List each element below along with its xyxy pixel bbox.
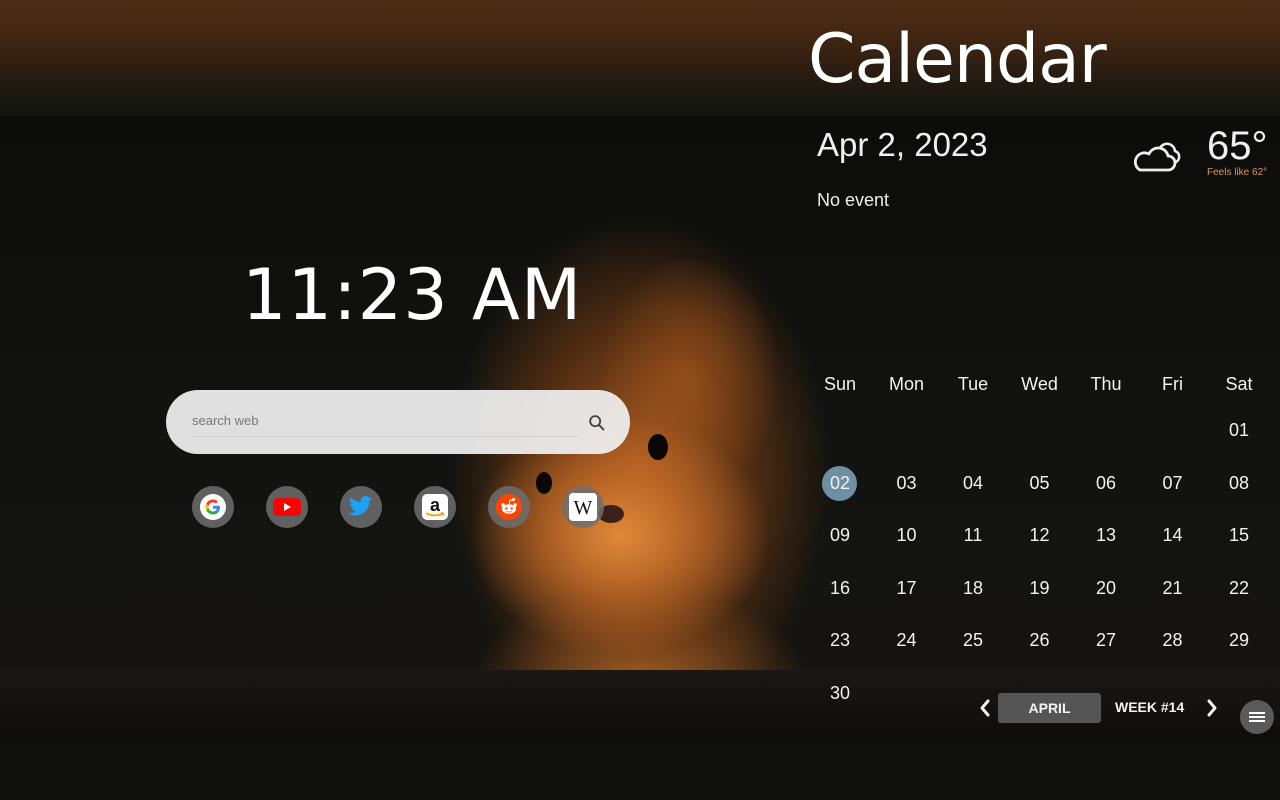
shortcut-amazon[interactable]: a — [414, 486, 456, 528]
calendar-day-today[interactable]: 02 — [807, 465, 873, 501]
calendar-day[interactable]: 19 — [1007, 571, 1073, 605]
clock-time: 11:23 AM — [242, 254, 583, 336]
svg-text:W: W — [574, 497, 593, 519]
twitter-icon — [348, 496, 373, 516]
squirrel-eye — [648, 434, 668, 460]
shortcut-google[interactable] — [192, 486, 234, 528]
calendar-day[interactable]: 22 — [1206, 571, 1272, 605]
calendar-day[interactable]: 20 — [1073, 571, 1139, 605]
calendar-day[interactable]: 08 — [1206, 466, 1272, 500]
calendar-day[interactable]: 04 — [940, 466, 1006, 500]
calendar-day[interactable]: 25 — [940, 623, 1006, 657]
bottom-strip — [0, 740, 1280, 800]
calendar-day[interactable]: 30 — [807, 676, 873, 710]
shortcut-bar: a W — [192, 486, 612, 530]
calendar-day[interactable]: 27 — [1073, 623, 1139, 657]
google-icon — [200, 494, 226, 520]
amazon-icon: a — [422, 494, 448, 520]
calendar-day[interactable]: 07 — [1140, 466, 1206, 500]
calendar-day[interactable]: 11 — [940, 518, 1006, 552]
shortcut-wikipedia[interactable]: W — [562, 486, 604, 528]
calendar-day[interactable]: 09 — [807, 518, 873, 552]
calendar-day[interactable]: 24 — [874, 623, 940, 657]
weekday-label: Mon — [888, 374, 924, 394]
event-status: No event — [817, 190, 890, 210]
calendar-day[interactable]: 21 — [1140, 571, 1206, 605]
calendar-day[interactable]: 23 — [807, 623, 873, 657]
selected-date: Apr 2, 2023 — [817, 126, 988, 163]
reddit-icon — [496, 494, 522, 520]
calendar-days-grid: 01 02 03 04 05 06 07 08 09 10 11 12 13 14 15 16 17 18 19 20… — [807, 413, 1273, 713]
weekday-header: Sun Mon Tue Wed Thu Fri Sat — [807, 374, 1271, 398]
calendar-day[interactable]: 03 — [874, 466, 940, 500]
weather-widget — [1130, 138, 1182, 174]
cloudy-icon — [1133, 142, 1181, 172]
calendar-day[interactable]: 05 — [1007, 466, 1073, 500]
svg-text:a: a — [430, 495, 441, 515]
search-input[interactable] — [190, 404, 578, 437]
calendar-day[interactable]: 26 — [1007, 623, 1073, 657]
calendar-day[interactable]: 12 — [1007, 518, 1073, 552]
youtube-icon — [273, 498, 301, 516]
shortcut-youtube[interactable] — [266, 486, 308, 528]
shortcut-twitter[interactable] — [340, 486, 382, 528]
calendar-day[interactable]: 18 — [940, 571, 1006, 605]
search-button[interactable] — [586, 412, 608, 434]
weekday-label: Sat — [1225, 374, 1253, 394]
calendar-day[interactable]: 17 — [874, 571, 940, 605]
wikipedia-icon: W — [569, 493, 597, 521]
calendar-day[interactable]: 28 — [1140, 623, 1206, 657]
weekday-label: Tue — [957, 374, 989, 394]
calendar-day[interactable]: 15 — [1206, 518, 1272, 552]
calendar-day[interactable]: 01 — [1206, 413, 1272, 447]
calendar-day[interactable]: 06 — [1073, 466, 1139, 500]
feels-like: Feels like 62° — [1207, 167, 1268, 178]
weekday-label: Thu — [1090, 374, 1122, 394]
app-title: Calendar — [808, 20, 1107, 99]
weekday-label: Sun — [823, 374, 857, 394]
calendar-day[interactable]: 10 — [874, 518, 940, 552]
weekday-label: Fri — [1162, 374, 1183, 394]
calendar-day[interactable]: 13 — [1073, 518, 1139, 552]
weekday-label: Wed — [1021, 374, 1058, 394]
search-box — [166, 390, 630, 454]
search-icon — [589, 415, 605, 431]
shortcut-reddit[interactable] — [488, 486, 530, 528]
calendar-day[interactable]: 29 — [1206, 623, 1272, 657]
temperature: 65° — [1207, 124, 1268, 168]
calendar-day[interactable]: 14 — [1140, 518, 1206, 552]
calendar-day[interactable]: 16 — [807, 571, 873, 605]
